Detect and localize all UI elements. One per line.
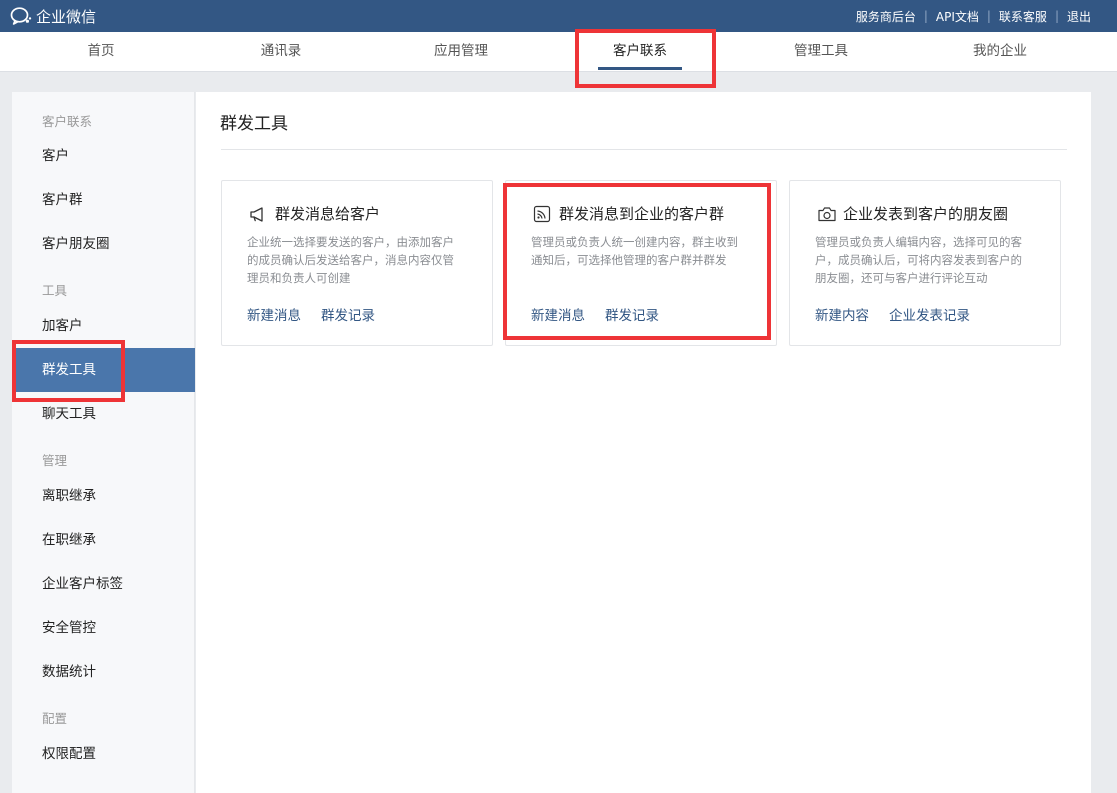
sidebar-item-customer-groups[interactable]: 客户群 xyxy=(12,178,195,222)
sidebar-item-permission-config[interactable]: 权限配置 xyxy=(12,732,195,776)
title-divider xyxy=(221,149,1067,150)
vendor-console-link[interactable]: 服务商后台 xyxy=(856,8,916,25)
logout-link[interactable]: 退出 xyxy=(1067,8,1091,25)
card-description: 企业统一选择要发送的客户，由添加客户 的成员确认后发送给客户，消息内容仅管 理员… xyxy=(247,235,454,285)
sidebar-heading-tools: 工具 xyxy=(42,283,68,298)
highlight-box-group-card xyxy=(503,183,771,340)
tab-contacts[interactable]: 通讯录 xyxy=(211,32,351,72)
sidebar: 客户联系 客户 客户群 客户朋友圈 工具 加客户 群发工具 聊天工具 管理 离职… xyxy=(12,92,195,793)
card-mass-send-to-customers: 群发消息给客户 企业统一选择要发送的客户，由添加客户 的成员确认后发送给客户，消… xyxy=(221,180,493,346)
sidebar-item-onjob-transfer[interactable]: 在职继承 xyxy=(12,518,195,562)
card-description: 管理员或负责人编辑内容，选择可见的客 户，成员确认后，可将内容发表到客户的 朋友… xyxy=(815,235,1022,285)
megaphone-icon xyxy=(250,206,263,222)
sidebar-heading-management: 管理 xyxy=(42,453,68,468)
highlight-box-nav-tab xyxy=(575,29,716,88)
top-bar: 企业微信 服务商后台 | API文档 | 联系客服 | 退出 xyxy=(0,0,1117,32)
tab-management-tools[interactable]: 管理工具 xyxy=(751,32,891,72)
sidebar-item-security-control[interactable]: 安全管控 xyxy=(12,606,195,650)
card-title: 群发消息给客户 xyxy=(275,205,381,223)
contact-support-link[interactable]: 联系客服 xyxy=(999,8,1047,25)
sidebar-heading-config: 配置 xyxy=(42,711,68,726)
page-title: 群发工具 xyxy=(220,114,288,134)
sidebar-item-customer-moments[interactable]: 客户朋友圈 xyxy=(12,222,195,266)
tab-my-enterprise[interactable]: 我的企业 xyxy=(930,32,1070,72)
card-post-to-moments: 企业发表到客户的朋友圈 管理员或负责人编辑内容，选择可见的客 户，成员确认后，可… xyxy=(789,180,1061,346)
sidebar-item-data-statistics[interactable]: 数据统计 xyxy=(12,650,195,694)
tab-app-management[interactable]: 应用管理 xyxy=(391,32,531,72)
sidebar-item-customer-tags[interactable]: 企业客户标签 xyxy=(12,562,195,606)
new-content-link[interactable]: 新建内容 xyxy=(815,304,869,324)
wecom-logo-icon xyxy=(10,7,32,25)
enterprise-post-records-link[interactable]: 企业发表记录 xyxy=(889,304,970,324)
main-nav: 首页 通讯录 应用管理 客户联系 管理工具 我的企业 xyxy=(0,32,1117,72)
top-links: 服务商后台 | API文档 | 联系客服 | 退出 xyxy=(855,8,1091,25)
app-name: 企业微信 xyxy=(36,7,97,26)
app-logo[interactable]: 企业微信 xyxy=(10,5,96,27)
sidebar-item-customers[interactable]: 客户 xyxy=(12,134,195,178)
tab-home[interactable]: 首页 xyxy=(31,32,171,72)
api-docs-link[interactable]: API文档 xyxy=(936,8,979,25)
new-message-link[interactable]: 新建消息 xyxy=(247,304,301,324)
camera-icon xyxy=(818,206,836,221)
sidebar-heading-customer-contact: 客户联系 xyxy=(42,114,93,129)
sidebar-item-resigned-transfer[interactable]: 离职继承 xyxy=(12,474,195,518)
send-records-link[interactable]: 群发记录 xyxy=(321,304,375,324)
highlight-box-sidebar-item xyxy=(12,340,125,402)
card-title: 企业发表到客户的朋友圈 xyxy=(843,205,1009,223)
